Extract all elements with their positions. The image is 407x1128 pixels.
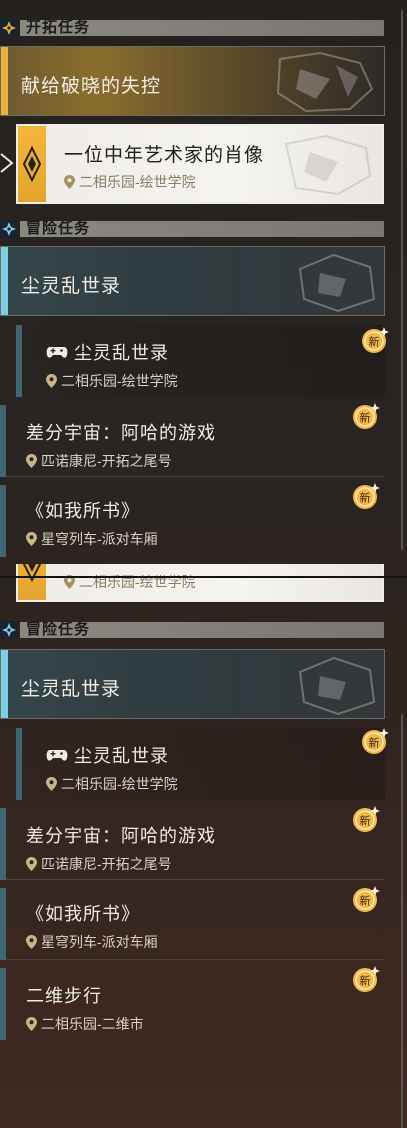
quest-emblem-watermark-icon: [284, 134, 372, 196]
quest-location: 匹诺康尼-开拓之尾号: [26, 451, 172, 471]
quest-type-diamond-icon: [18, 564, 46, 600]
svg-text:新: 新: [360, 894, 371, 908]
scrollbar[interactable]: [401, 10, 403, 550]
main-quest-card-adventure[interactable]: 尘灵乱世录: [0, 649, 385, 719]
selected-quest-card[interactable]: 一位中年艺术家的肖像 二相乐园-绘世学院: [16, 124, 384, 204]
quest-title: 尘灵乱世录: [46, 742, 169, 768]
section-title: 冒险任务: [26, 220, 91, 237]
new-badge-icon: 新: [360, 325, 390, 355]
new-badge-icon: 新: [351, 401, 381, 431]
screenshot-seam: [0, 576, 407, 578]
selected-quest-location: 二相乐园-绘世学院: [64, 172, 196, 192]
quest-item[interactable]: 差分宇宙：阿哈的游戏 匹诺康尼-开拓之尾号 新: [0, 806, 385, 880]
quest-emblem-watermark-icon: [276, 51, 374, 113]
svg-text:新: 新: [369, 335, 380, 349]
new-badge-icon: 新: [360, 726, 390, 756]
quest-location: 匹诺康尼-开拓之尾号: [26, 854, 172, 874]
new-badge-icon: 新: [351, 964, 381, 994]
main-quest-title: 尘灵乱世录: [21, 276, 122, 297]
adventure-diamond-icon: [0, 621, 18, 639]
section-header-adventure: 冒险任务: [0, 620, 384, 640]
location-pin-icon: [26, 454, 37, 468]
quest-list-panel-top: 开拓任务 献给破晓的失控 一位中年艺术家的肖像 二相乐园-绘世学院 冒险任务 尘…: [0, 0, 407, 576]
quest-title: 《如我所书》: [26, 501, 140, 521]
location-pin-icon: [26, 1017, 37, 1031]
section-header-trailblaze: 开拓任务: [0, 18, 384, 38]
location-pin-icon: [46, 777, 57, 791]
main-quest-title: 献给破晓的失控: [21, 76, 162, 97]
quest-title: 差分宇宙：阿哈的游戏: [26, 826, 216, 846]
location-pin-icon: [46, 374, 57, 388]
quest-location: 星穹列车-派对车厢: [26, 529, 158, 549]
location-text: 二相乐园-绘世学院: [79, 574, 196, 590]
main-quest-card-adventure[interactable]: 尘灵乱世录: [0, 246, 385, 316]
svg-text:新: 新: [360, 974, 371, 988]
main-quest-title: 尘灵乱世录: [21, 679, 122, 700]
selected-quest-location: 二相乐园-绘世学院: [64, 572, 196, 592]
quest-title: 二维步行: [26, 986, 102, 1006]
section-title: 冒险任务: [26, 621, 91, 638]
location-pin-icon: [26, 857, 37, 871]
new-badge-icon: 新: [351, 481, 381, 511]
section-header-adventure: 冒险任务: [0, 219, 384, 239]
location-pin-icon: [64, 175, 75, 189]
scrollbar[interactable]: [401, 714, 403, 1128]
svg-text:新: 新: [360, 491, 371, 505]
new-badge-icon: 新: [351, 804, 381, 834]
main-quest-card-trailblaze[interactable]: 献给破晓的失控: [0, 46, 385, 116]
game-controller-icon: [46, 750, 68, 761]
location-pin-icon: [26, 532, 37, 546]
quest-item[interactable]: 差分宇宙：阿哈的游戏 匹诺康尼-开拓之尾号 新: [0, 403, 385, 477]
quest-location: 二相乐园-绘世学院: [46, 774, 178, 794]
location-pin-icon: [26, 935, 37, 949]
trailblaze-diamond-icon: [0, 19, 18, 37]
quest-title: 尘灵乱世录: [46, 339, 169, 365]
section-title: 开拓任务: [26, 19, 91, 36]
quest-location: 二相乐园-绘世学院: [46, 371, 178, 391]
quest-item[interactable]: 尘灵乱世录 二相乐园-绘世学院 新: [0, 325, 389, 397]
svg-text:新: 新: [360, 814, 371, 828]
new-badge-icon: 新: [351, 884, 381, 914]
quest-emblem-watermark-icon: [298, 253, 376, 313]
quest-item[interactable]: 《如我所书》 星穹列车-派对车厢 新: [0, 886, 385, 960]
adventure-diamond-icon: [0, 220, 18, 238]
location-text: 二相乐园-绘世学院: [79, 174, 196, 190]
quest-item[interactable]: 《如我所书》 星穹列车-派对车厢 新: [0, 483, 385, 557]
quest-title: 《如我所书》: [26, 904, 140, 924]
quest-location: 二相乐园-二维市: [26, 1014, 144, 1034]
quest-emblem-watermark-icon: [298, 656, 376, 716]
quest-type-diamond-icon: [18, 126, 46, 202]
quest-item[interactable]: 二维步行 二相乐园-二维市 新: [0, 966, 385, 1040]
quest-title: 差分宇宙：阿哈的游戏: [26, 423, 216, 443]
selected-quest-card[interactable]: 二相乐园-绘世学院: [16, 564, 384, 602]
game-controller-icon: [46, 347, 68, 358]
selection-arrow-icon: [0, 153, 14, 173]
quest-location: 星穹列车-派对车厢: [26, 932, 158, 952]
svg-text:新: 新: [369, 736, 380, 750]
quest-list-panel-bottom: 二相乐园-绘世学院 冒险任务 尘灵乱世录 尘灵乱世录 二相乐园-绘世学院 新 差…: [0, 564, 407, 1128]
svg-text:新: 新: [360, 411, 371, 425]
selected-quest-title: 一位中年艺术家的肖像: [64, 145, 265, 166]
quest-item[interactable]: 尘灵乱世录 二相乐园-绘世学院 新: [0, 728, 389, 800]
